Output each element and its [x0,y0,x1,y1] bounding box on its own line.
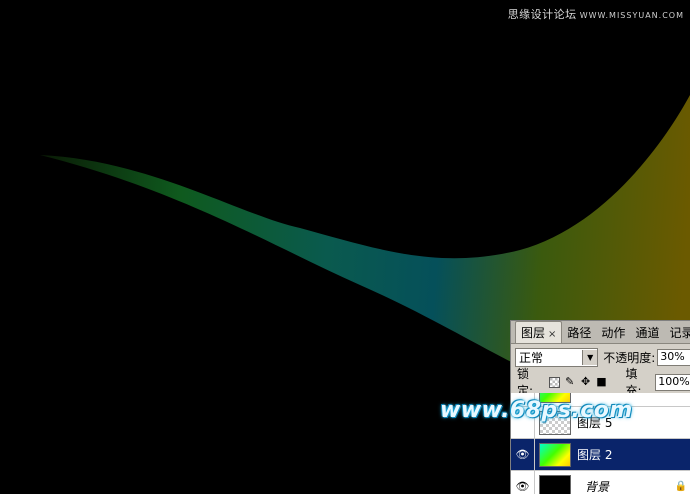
eye-icon[interactable]: 👁 [511,439,535,471]
lock-icon: 🔒 [675,481,687,492]
tab-paths[interactable]: 路径 [562,322,596,343]
close-icon[interactable]: × [548,329,556,340]
lock-icon[interactable]: ■ [596,376,608,388]
dropdown-arrow-icon[interactable]: ▼ [582,350,597,365]
tab-actions[interactable]: 动作 [596,322,630,343]
lock-row: 锁定: ✎ ✥ ■ 填充: 100% [511,370,690,394]
eye-icon[interactable]: 👁 [511,471,535,494]
layer-name: 图层 2 [577,446,612,463]
tab-history[interactable]: 记录 [664,322,690,343]
tab-channels-label: 通道 [635,326,659,340]
move-icon[interactable]: ✥ [580,376,592,388]
layer-thumbnail [539,475,571,494]
layer-row-background[interactable]: 👁 背景 🔒 [511,471,690,494]
layer-name: 背景 [585,478,609,494]
watermark-title: 思缘设计论坛 [508,8,577,21]
opacity-label: 不透明度: [603,349,655,366]
tab-paths-label: 路径 [567,326,591,340]
tab-actions-label: 动作 [601,326,625,340]
watermark-site: WWW.MISSYUAN.COM [580,11,684,20]
tab-layers[interactable]: 图层× [515,321,562,343]
opacity-input[interactable]: 30% [657,349,690,366]
brush-icon[interactable]: ✎ [564,376,576,388]
layer-thumbnail [539,443,571,467]
tab-channels[interactable]: 通道 [630,322,664,343]
tab-history-label: 记录 [669,326,690,340]
site-watermark: 思缘设计论坛WWW.MISSYUAN.COM [508,6,684,22]
lock-transparent-icon[interactable] [549,377,560,388]
blend-mode-value: 正常 [516,349,543,366]
blend-mode-select[interactable]: 正常 ▼ [515,348,598,367]
tab-layers-label: 图层 [521,326,545,340]
fill-input[interactable]: 100% [655,374,690,391]
panel-tabs: 图层× 路径 动作 通道 记录 [511,321,690,344]
layer-row-2[interactable]: 👁 图层 2 [511,439,690,471]
bottom-watermark: www.68ps.com [440,398,633,423]
